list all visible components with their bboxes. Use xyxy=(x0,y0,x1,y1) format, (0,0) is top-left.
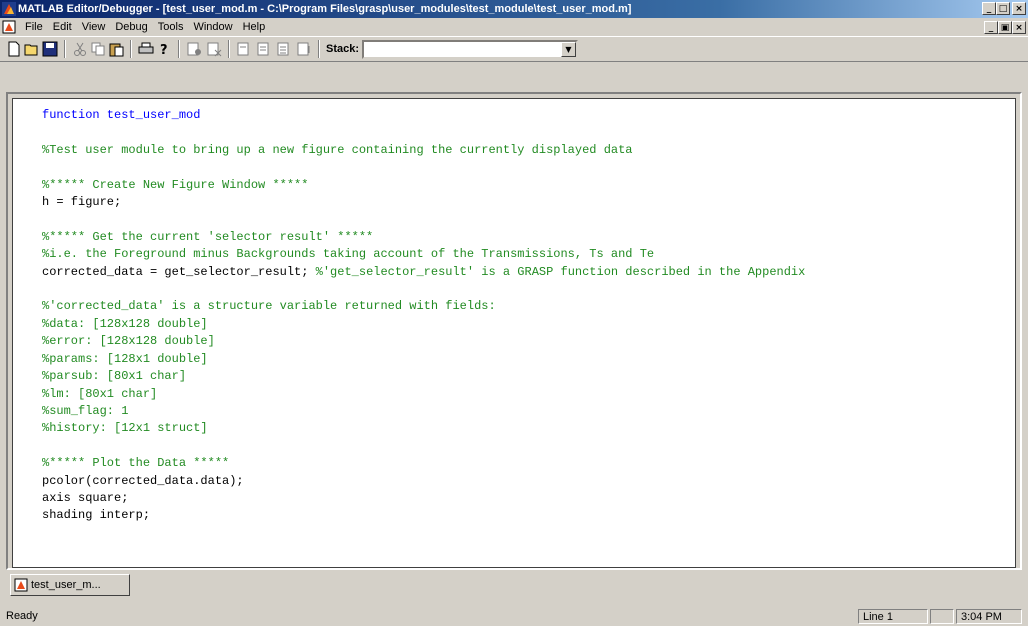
code-comment: %'get_selector_result' is a GRASP functi… xyxy=(315,264,806,279)
stack-label: Stack: xyxy=(326,43,360,55)
toolbar-separator xyxy=(318,40,320,58)
paste-icon[interactable] xyxy=(108,41,124,57)
toolbar-separator xyxy=(64,40,66,58)
menu-debug[interactable]: Debug xyxy=(110,18,152,36)
copy-icon[interactable] xyxy=(90,41,106,57)
doc-restore-button[interactable]: ▣ xyxy=(998,21,1012,34)
maximize-button[interactable]: □ xyxy=(996,2,1010,15)
svg-text:?: ? xyxy=(160,43,168,57)
code-line: %sum_flag: 1 xyxy=(42,403,129,418)
line-indicator: Line 1 xyxy=(858,609,928,624)
code-line: %params: [128x1 double] xyxy=(42,351,208,366)
code-line: %i.e. the Foreground minus Backgrounds t… xyxy=(42,247,655,262)
save-icon[interactable] xyxy=(42,41,58,57)
document-icon[interactable] xyxy=(2,20,16,34)
set-breakpoint-icon[interactable] xyxy=(186,41,202,57)
code-line: %Test user module to bring up a new figu… xyxy=(42,142,633,157)
code-line: pcolor(corrected_data.data); xyxy=(42,473,244,488)
doc-minimize-button[interactable]: _ xyxy=(984,21,998,34)
help-icon[interactable]: ? xyxy=(156,41,172,57)
tab-label: test_user_m... xyxy=(31,579,101,591)
toolbar-separator xyxy=(178,40,180,58)
code-line: %error: [128x128 double] xyxy=(42,334,215,349)
status-bar: Ready Line 1 3:04 PM xyxy=(0,606,1028,626)
column-indicator xyxy=(930,609,954,624)
document-tab-bar: test_user_m... xyxy=(0,570,1028,606)
code-line: %'corrected_data' is a structure variabl… xyxy=(42,299,496,314)
menu-bar: File Edit View Debug Tools Window Help _… xyxy=(0,18,1028,36)
code-line: %***** Create New Figure Window ***** xyxy=(42,177,309,192)
close-button[interactable]: × xyxy=(1012,2,1026,15)
doc-close-button[interactable]: × xyxy=(1012,21,1026,34)
step-out-icon[interactable] xyxy=(276,41,292,57)
continue-icon[interactable] xyxy=(296,41,312,57)
code-line: %data: [128x128 double] xyxy=(42,316,208,331)
tab-test-user-mod[interactable]: test_user_m... xyxy=(10,574,130,596)
clock: 3:04 PM xyxy=(956,609,1022,624)
code-line: axis square; xyxy=(42,490,129,505)
code-line: corrected_data = get_selector_result; xyxy=(42,264,316,279)
print-icon[interactable] xyxy=(138,41,154,57)
minimize-button[interactable]: _ xyxy=(982,2,996,15)
menu-file[interactable]: File xyxy=(20,18,48,36)
toolbar-separator xyxy=(130,40,132,58)
chevron-down-icon[interactable]: ▼ xyxy=(561,42,576,57)
code-text[interactable]: function test_user_mod %Test user module… xyxy=(42,107,805,525)
code-line: %history: [12x1 struct] xyxy=(42,421,208,436)
status-text: Ready xyxy=(6,610,38,622)
code-line: shading interp; xyxy=(42,508,151,523)
toolbar-separator xyxy=(228,40,230,58)
code-line: %***** Get the current 'selector result'… xyxy=(42,229,374,244)
menu-window[interactable]: Window xyxy=(188,18,237,36)
code-line: %parsub: [80x1 char] xyxy=(42,369,187,384)
cut-icon[interactable] xyxy=(72,41,88,57)
step-icon[interactable] xyxy=(236,41,252,57)
code-line: h = figure; xyxy=(42,195,122,210)
new-file-icon[interactable] xyxy=(6,41,22,57)
title-bar: MATLAB Editor/Debugger - [test_user_mod.… xyxy=(0,0,1028,18)
code-line: %lm: [80x1 char] xyxy=(42,386,158,401)
stack-dropdown[interactable]: ▼ xyxy=(362,40,578,59)
document-icon xyxy=(14,578,28,592)
menu-view[interactable]: View xyxy=(77,18,111,36)
menu-edit[interactable]: Edit xyxy=(48,18,77,36)
window-title: MATLAB Editor/Debugger - [test_user_mod.… xyxy=(18,3,632,15)
code-line: %***** Plot the Data ***** xyxy=(42,456,230,471)
clear-breakpoints-icon[interactable] xyxy=(206,41,222,57)
matlab-app-icon[interactable] xyxy=(2,2,16,16)
menu-tools[interactable]: Tools xyxy=(153,18,189,36)
step-in-icon[interactable] xyxy=(256,41,272,57)
open-file-icon[interactable] xyxy=(24,41,40,57)
menu-help[interactable]: Help xyxy=(238,18,271,36)
code-line: function test_user_mod xyxy=(42,108,201,122)
toolbar: ? Stack: ▼ xyxy=(0,36,1028,62)
